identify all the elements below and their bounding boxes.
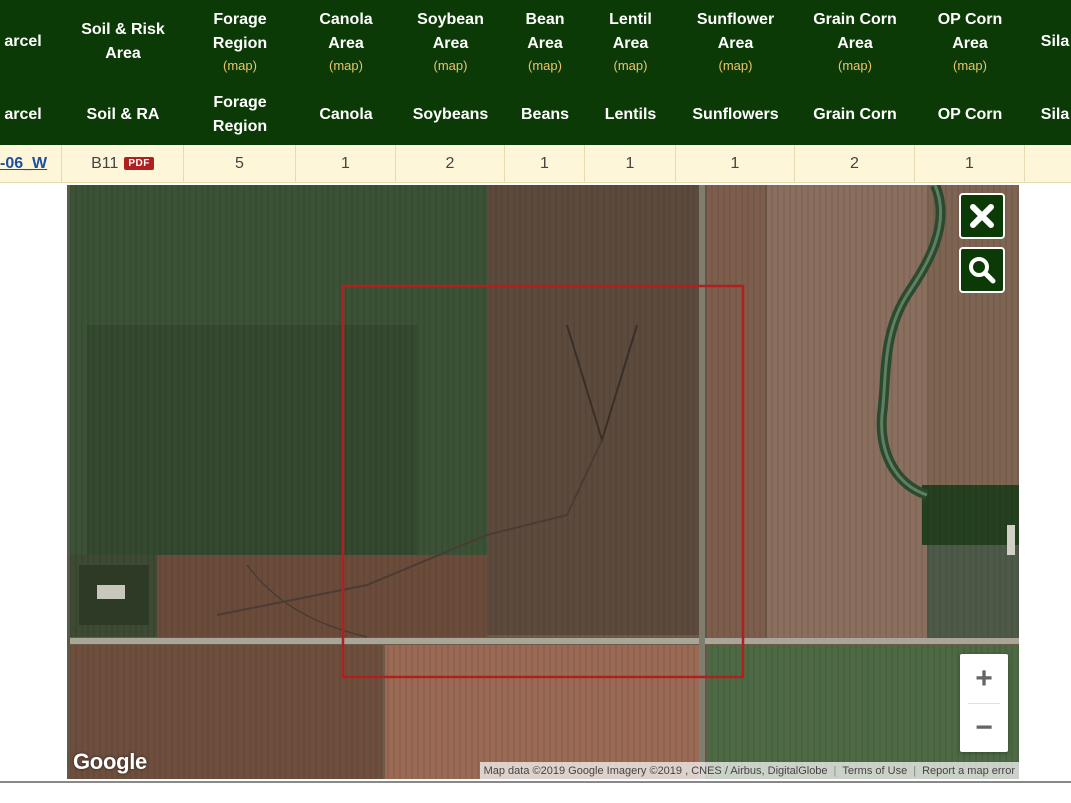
header-canola-area: Canola Area (map) (296, 0, 396, 84)
header-op-corn: OP Corn (915, 84, 1025, 145)
satellite-imagery[interactable] (67, 185, 1019, 779)
header-label: Soybeans (412, 105, 489, 123)
zoom-out-button[interactable]: − (960, 703, 1008, 752)
map-link[interactable]: (map) (953, 56, 987, 76)
close-map-button[interactable] (959, 193, 1005, 239)
header-parcel: arcel (0, 0, 62, 84)
close-icon (970, 204, 994, 228)
attribution-separator: | (833, 764, 837, 777)
satellite-map[interactable]: + − Google Map data ©2019 Google Imagery… (67, 185, 1019, 779)
header-lentil-area: Lentil Area (map) (585, 0, 676, 84)
table-cell: 5 (184, 145, 296, 182)
table-cell: 1 (585, 145, 676, 182)
header-op-corn-area: OP Corn Area (map) (915, 0, 1025, 84)
header-label: Region (212, 117, 268, 135)
header-label: Lentil (609, 11, 652, 28)
header-label: arcel (4, 105, 42, 123)
table-cell (1025, 145, 1071, 182)
header-label: Forage (213, 11, 267, 28)
header-soil-risk-area: Soil & Risk Area (62, 0, 184, 84)
header-sunflowers: Sunflowers (676, 84, 795, 145)
header-forage-region: Forage Region (map) (184, 0, 296, 84)
table-cell: 2 (396, 145, 505, 182)
header-label: Area (952, 35, 988, 52)
header-label: Sila (1040, 33, 1070, 50)
header-label: Canola (319, 11, 373, 28)
parcel-link-text[interactable]: -06_W (0, 155, 47, 173)
terms-of-use-link[interactable]: Terms of Use (842, 765, 907, 777)
table-cell: 1 (676, 145, 795, 182)
header-soil-ra: Soil & RA (62, 84, 184, 145)
header-canola: Canola (296, 84, 396, 145)
attribution-separator: | (913, 764, 917, 777)
header-label: Grain Corn (813, 11, 897, 28)
header-label: Sunflower (696, 11, 775, 28)
header-label: Area (717, 35, 754, 52)
header-label: Canola (319, 105, 373, 123)
header-label: Grain Corn (813, 105, 897, 123)
table-cell: 1 (915, 145, 1025, 182)
header-label: Sunflowers (692, 105, 779, 123)
header-row-crops: arcel Soil & RA Forage Region Canola Soybeans… (0, 84, 1071, 145)
map-link[interactable]: (map) (719, 56, 753, 76)
zoom-map-button[interactable] (959, 247, 1005, 293)
header-label: Region (212, 35, 268, 52)
header-label: Area (837, 35, 873, 52)
header-beans: Beans (505, 84, 585, 145)
header-grain-corn-area: Grain Corn Area (map) (795, 0, 915, 84)
table-cell: 1 (505, 145, 585, 182)
google-logo: Google (73, 749, 147, 774)
bottom-border (0, 781, 1071, 783)
table-header: arcel Soil & Risk Area Forage Region (map) Can… (0, 0, 1071, 145)
header-label: Soil & RA (86, 105, 160, 123)
header-label: Area (527, 35, 563, 52)
map-link[interactable]: (map) (528, 56, 562, 76)
soil-value: B11 (91, 154, 119, 172)
table-cell: 1 (296, 145, 396, 182)
header-label: Beans (520, 105, 570, 123)
header-label: Area (432, 35, 469, 52)
header-label: Soil & Risk (81, 21, 165, 38)
map-link[interactable]: (map) (329, 56, 363, 76)
attribution-text: Map data ©2019 Google Imagery ©2019 , CN… (483, 764, 828, 777)
map-link[interactable]: (map) (614, 56, 648, 76)
table-cell: 2 (795, 145, 915, 182)
header-sunflower-area: Sunflower Area (map) (676, 0, 795, 84)
table-row: -06_W B11 PDF 51211121 (0, 145, 1071, 183)
header-soybean-area: Soybean Area (map) (396, 0, 505, 84)
header-silage: Sila (1025, 84, 1071, 145)
header-parcel: arcel (0, 84, 62, 145)
map-attribution: Map data ©2019 Google Imagery ©2019 , CN… (479, 762, 1019, 779)
header-label: Soybean (417, 11, 484, 28)
header-bean-area: Bean Area (map) (505, 0, 585, 84)
header-forage-region: Forage Region (184, 84, 296, 145)
pdf-badge[interactable]: PDF (124, 157, 154, 170)
header-grain-corn: Grain Corn (795, 84, 915, 145)
soil-cell: B11 PDF (62, 145, 184, 182)
map-link[interactable]: (map) (434, 56, 468, 76)
header-label: arcel (4, 33, 42, 50)
parcel-link[interactable]: -06_W (0, 145, 62, 182)
header-label: Area (612, 35, 649, 52)
search-icon (969, 257, 996, 284)
header-lentils: Lentils (585, 84, 676, 145)
header-label: Sila (1040, 105, 1070, 123)
zoom-in-button[interactable]: + (960, 654, 1008, 703)
header-label: Area (328, 35, 364, 52)
zoom-control: + − (960, 654, 1008, 752)
header-soybeans: Soybeans (396, 84, 505, 145)
header-label: Forage (213, 93, 267, 111)
header-label: Bean (525, 11, 565, 28)
header-label: OP Corn (937, 105, 1003, 123)
header-label: Lentils (604, 105, 657, 123)
header-row-areas: arcel Soil & Risk Area Forage Region (map) Can… (0, 0, 1071, 84)
map-link[interactable]: (map) (838, 56, 872, 76)
header-label: Area (105, 45, 141, 62)
report-error-link[interactable]: Report a map error (922, 765, 1015, 777)
map-link[interactable]: (map) (223, 56, 257, 76)
header-silage: Sila (1025, 0, 1071, 84)
header-label: OP Corn (937, 11, 1003, 28)
